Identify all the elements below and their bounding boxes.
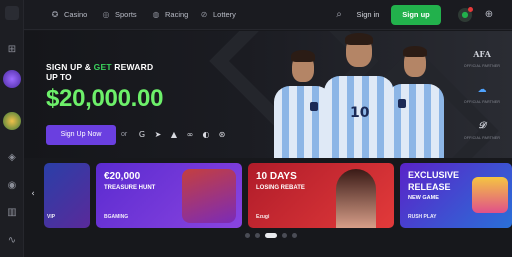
promo-chest-icon[interactable]: [3, 112, 21, 130]
signature-logo: 𝒟: [478, 121, 486, 131]
promo-brand: RUSH PLAY: [408, 214, 437, 220]
hero-headline: SIGN UP & GET REWARD: [46, 62, 154, 72]
nav-lottery-label: Lottery: [213, 10, 236, 19]
notification-dot: [468, 7, 473, 12]
activity-icon[interactable]: ∿: [6, 235, 18, 247]
nav-lottery[interactable]: ⊘ Lottery: [199, 9, 236, 21]
cloud-logo: ☁: [477, 85, 487, 95]
promo-wheel-icon[interactable]: [3, 70, 21, 88]
carousel-dot[interactable]: [245, 233, 250, 238]
player-center: 10: [324, 33, 394, 158]
wallet-icon[interactable]: ∞: [184, 129, 196, 141]
gift-icon[interactable]: ⊞: [6, 44, 18, 56]
promo-subtitle: LOSING REBATE: [256, 185, 305, 191]
promo-title-2: RELEASE: [408, 182, 451, 192]
metamask-icon[interactable]: ▲: [168, 129, 180, 141]
game-art: [472, 177, 508, 213]
google-icon[interactable]: G: [136, 129, 148, 141]
nav-casino-label: Casino: [64, 10, 88, 19]
or-label: or: [121, 131, 128, 138]
hero-subheadline: UP TO: [46, 72, 72, 82]
casino-chip-icon: ✪: [51, 10, 59, 19]
sports-ball-icon: ◎: [102, 10, 110, 19]
carousel-dot[interactable]: [282, 233, 287, 238]
promo-brand: Ezugi: [256, 214, 270, 220]
carousel-dot-active[interactable]: [265, 233, 277, 238]
page-bottom: [24, 243, 512, 257]
carousel-dot[interactable]: [255, 233, 260, 238]
telegram-icon[interactable]: ➤: [152, 129, 164, 141]
hero-banner[interactable]: SIGN UP & GET REWARD UP TO $20,000.00 Si…: [24, 31, 512, 158]
line-icon[interactable]: ◐: [200, 129, 212, 141]
player-right: [386, 43, 444, 158]
search-icon[interactable]: ⌕: [332, 8, 346, 22]
chat-icon[interactable]: ●: [458, 7, 473, 22]
promo-card-rebate[interactable]: 10 DAYS LOSING REBATE Ezugi: [248, 163, 394, 228]
carousel-dots: [245, 233, 297, 238]
site-logo[interactable]: [5, 6, 19, 20]
partner-caption: OFFICIAL PARTNER: [463, 64, 501, 68]
promo-subtitle: NEW GAME: [408, 195, 439, 201]
promo-card-evolution[interactable]: VIP: [44, 163, 90, 228]
left-rail: ⊞ ◈ ◉ ▥ ∿: [0, 0, 24, 257]
stats-icon[interactable]: ▥: [6, 207, 18, 219]
promo-card-release[interactable]: EXCLUSIVE RELEASE NEW GAME RUSH PLAY: [400, 163, 512, 228]
promo-title: €20,000: [104, 171, 141, 182]
nav-racing-label: Racing: [165, 10, 189, 19]
promo-title: 10 DAYS: [256, 171, 297, 182]
treasure-art: [182, 169, 236, 223]
partner-afa: AFA OFFICIAL PARTNER: [462, 45, 502, 68]
sign-up-button[interactable]: Sign up: [391, 5, 441, 25]
promo-card-treasure[interactable]: €20,000 TREASURE HUNT BGAMING: [96, 163, 242, 228]
promo-carousel: VIP €20,000 TREASURE HUNT BGAMING 10 DAY…: [24, 163, 512, 228]
afa-logo: AFA: [473, 49, 491, 59]
sign-in-button[interactable]: Sign in: [346, 7, 390, 23]
basketball-icon[interactable]: ◉: [6, 180, 18, 192]
partner-caption: OFFICIAL PARTNER: [463, 136, 501, 140]
partner-cloud: ☁ OFFICIAL PARTNER: [462, 81, 502, 104]
globe-icon[interactable]: ⊕: [482, 8, 496, 22]
top-nav-bar: ✪ Casino ◎ Sports ◍ Racing ⊘ Lottery ⌕ S…: [24, 0, 512, 30]
promo-title: EXCLUSIVE: [408, 170, 460, 180]
nav-sports-label: Sports: [115, 10, 137, 19]
nav-racing[interactable]: ◍ Racing: [151, 9, 189, 21]
promo-subtitle: TREASURE HUNT: [104, 185, 156, 191]
sign-up-now-button[interactable]: Sign Up Now: [46, 125, 116, 145]
partner-caption: OFFICIAL PARTNER: [463, 100, 501, 104]
nav-casino[interactable]: ✪ Casino: [50, 9, 88, 21]
promo-brand: VIP: [47, 214, 56, 220]
promo-brand: BGAMING: [104, 214, 129, 220]
racing-icon: ◍: [152, 10, 160, 19]
lottery-icon: ⊘: [200, 10, 208, 19]
jersey-number: 10: [350, 105, 370, 121]
sports-icon[interactable]: ◈: [6, 152, 18, 164]
dealer-art: [336, 169, 376, 228]
hero-amount: $20,000.00: [46, 85, 164, 112]
carousel-prev-icon[interactable]: ‹: [28, 188, 38, 200]
nav-sports[interactable]: ◎ Sports: [101, 9, 137, 21]
carousel-dot[interactable]: [292, 233, 297, 238]
social-login-row: G ➤ ▲ ∞ ◐ ⊛: [136, 129, 228, 141]
steam-icon[interactable]: ⊛: [216, 129, 228, 141]
partner-signature: 𝒟 OFFICIAL PARTNER: [462, 117, 502, 140]
